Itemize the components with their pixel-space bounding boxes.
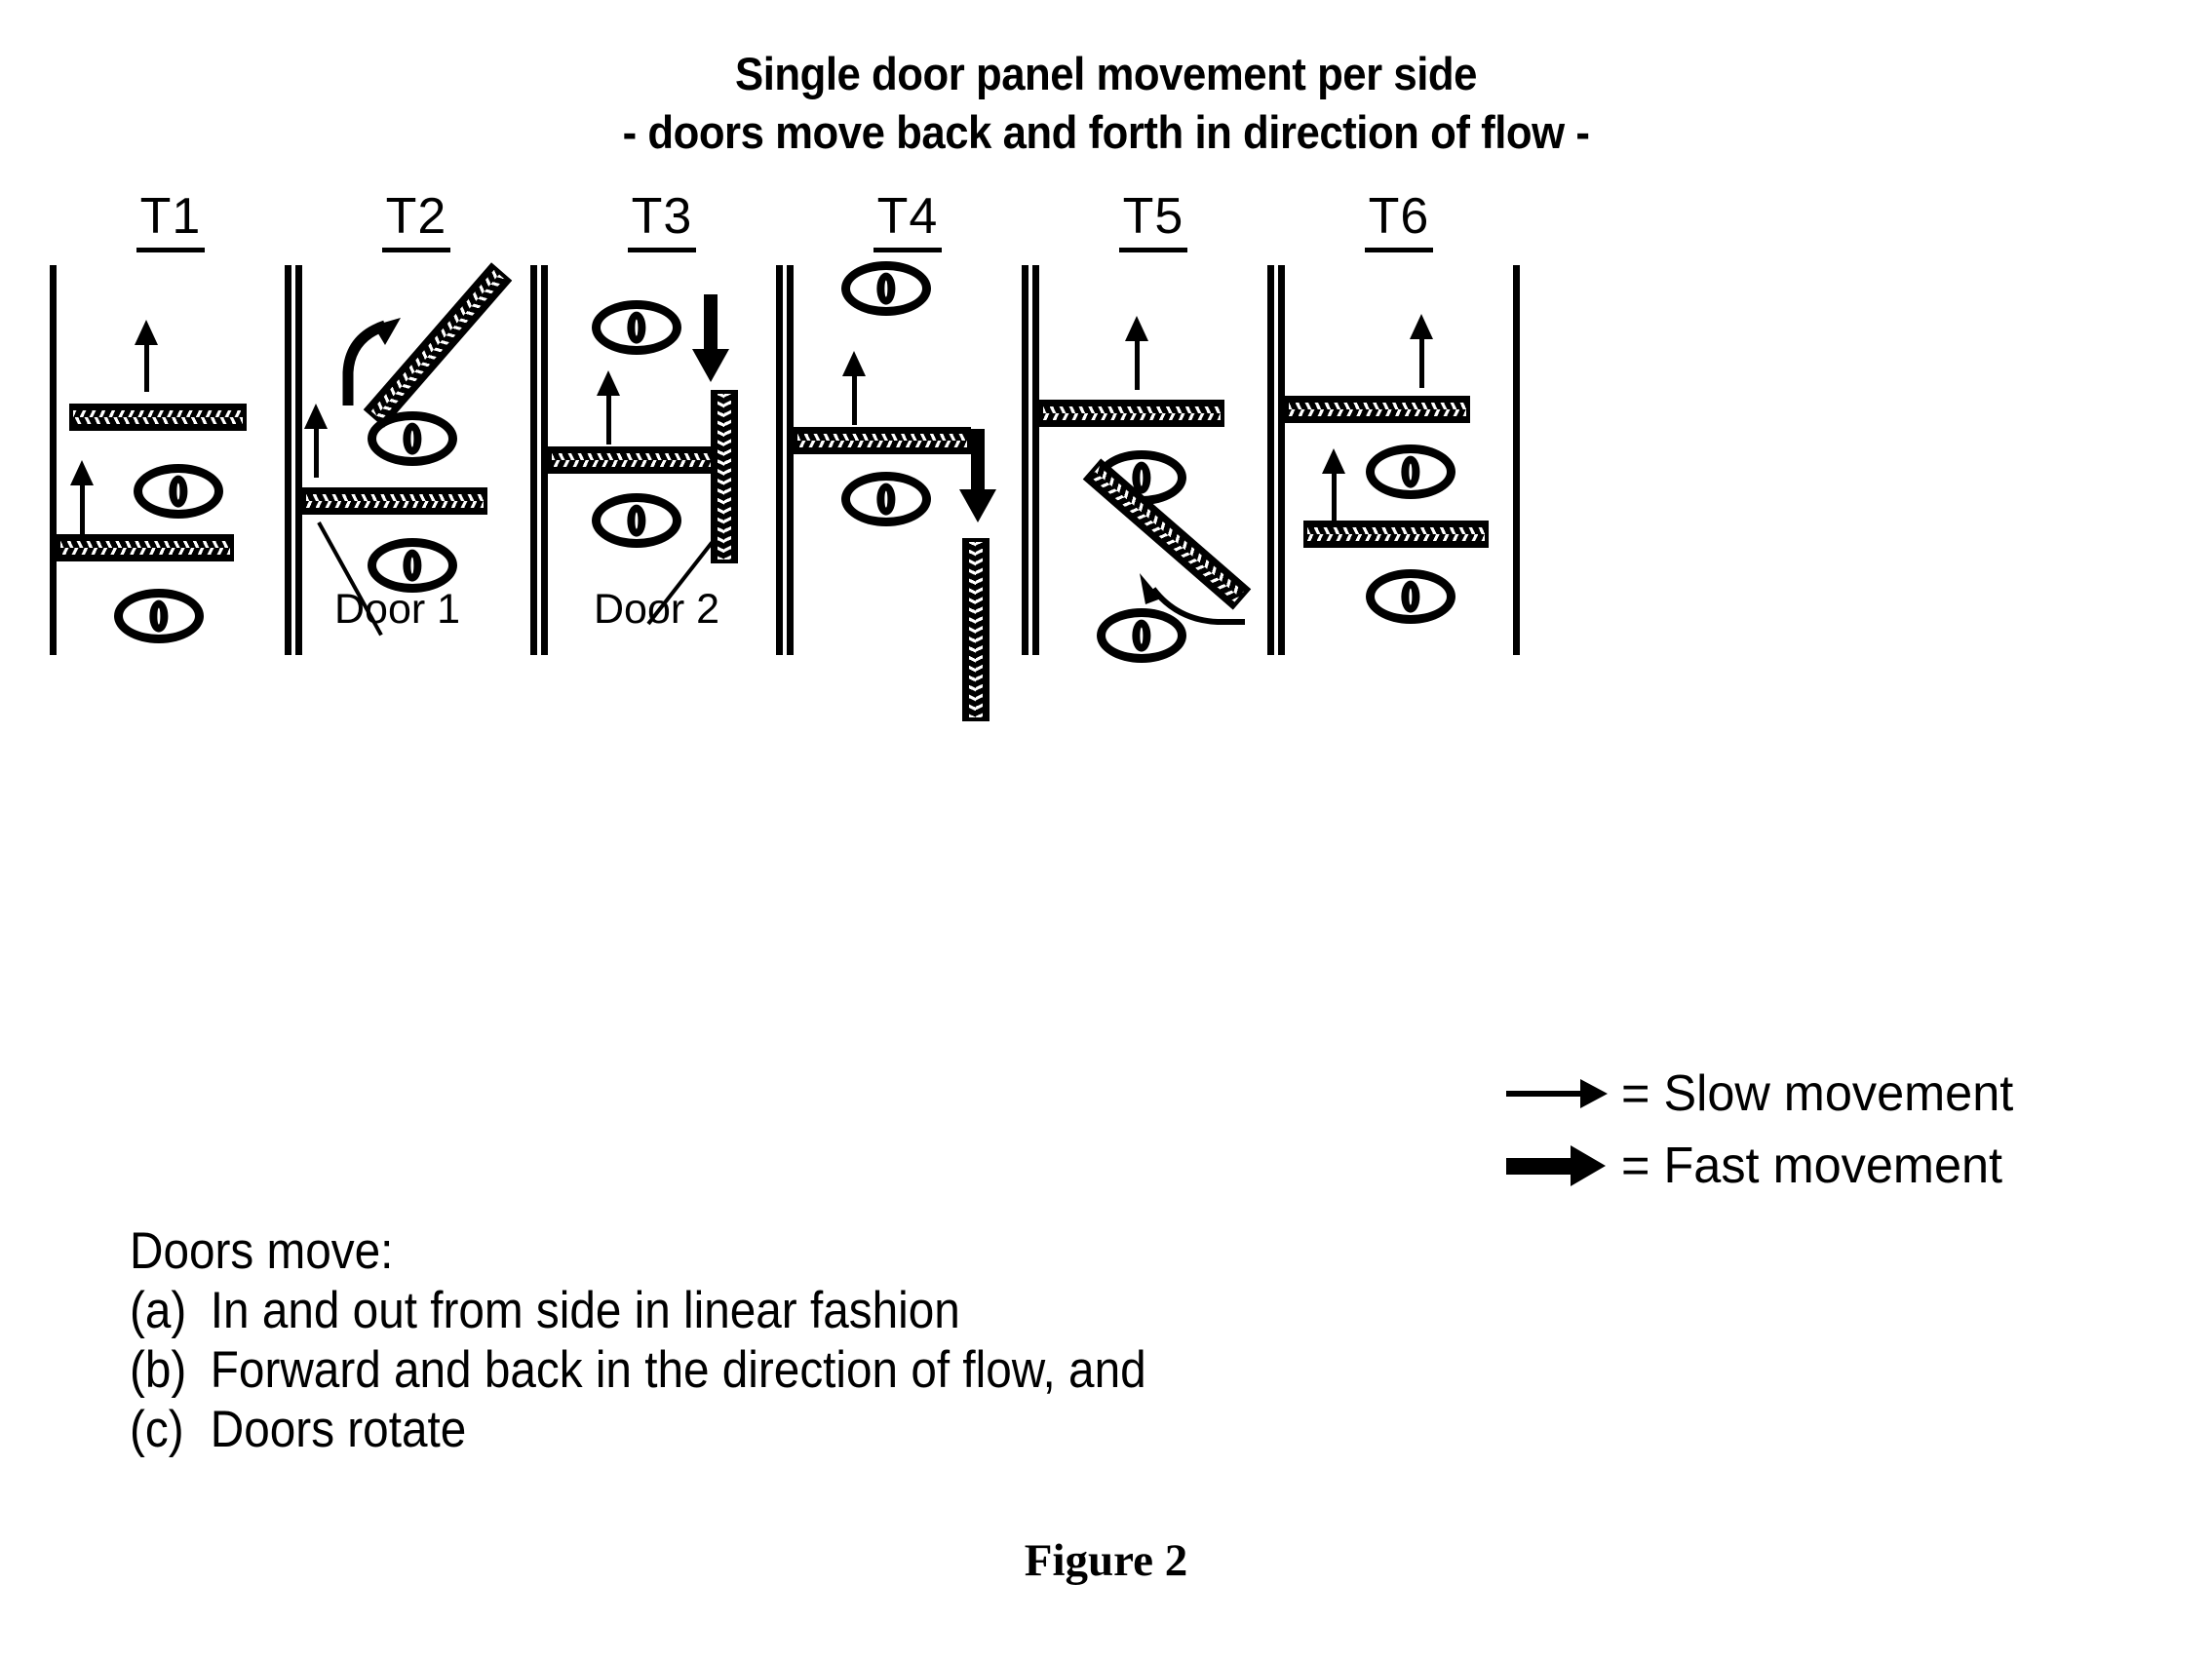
timestep-panels: T1 T2 Door 1 T3 Door 2 T4 T5 T6	[0, 188, 2212, 721]
fast-flow-arrow-icon	[958, 429, 997, 522]
rotation-arrow-icon	[342, 318, 401, 406]
panel-t5-label: T5	[1027, 188, 1280, 252]
legend-row-slow: = Slow movement	[1506, 1058, 2189, 1130]
channel-t1	[44, 265, 297, 655]
cell-particle	[1097, 608, 1186, 663]
legend: = Slow movement = Fast movement	[1506, 1058, 2189, 1202]
channel-wall-left	[295, 265, 302, 655]
door-panel-upper	[1285, 396, 1470, 423]
door-panel-lower	[302, 487, 487, 515]
cell-particle	[1366, 569, 1455, 624]
door-panel-lower	[57, 534, 234, 561]
panel-t2: T2 Door 1	[290, 188, 543, 688]
cell-particle	[841, 261, 931, 316]
door-panel-horizontal	[1039, 400, 1224, 427]
channel-t6	[1272, 265, 1526, 655]
thin-right-arrow-icon	[1506, 1074, 1621, 1113]
door1-label: Door 1	[334, 586, 461, 633]
door-panel-vertical	[962, 538, 990, 721]
notes-block: Doors move: (a) In and out from side in …	[130, 1221, 1494, 1459]
cell-particle	[1366, 444, 1455, 499]
panel-t1: T1	[44, 188, 297, 688]
figure-title: Single door panel movement per side - do…	[0, 45, 2212, 162]
channel-wall-left	[787, 265, 794, 655]
door-panel-lower	[1303, 521, 1489, 548]
note-marker: (c)	[130, 1401, 184, 1458]
slow-flow-arrow-icon	[134, 320, 159, 392]
channel-wall-left	[1278, 265, 1285, 655]
panel-t2-label: T2	[290, 188, 543, 252]
note-item: (c) Doors rotate	[130, 1400, 1358, 1459]
cell-particle	[368, 538, 457, 593]
slow-flow-arrow-icon	[1409, 314, 1434, 388]
note-marker: (a)	[130, 1282, 187, 1339]
panel-t3: T3 Door 2	[535, 188, 789, 688]
slow-flow-arrow-icon	[1321, 448, 1346, 522]
title-line-1: Single door panel movement per side	[735, 48, 1477, 99]
fast-flow-arrow-icon	[691, 294, 730, 382]
cell-particle	[841, 472, 931, 526]
note-item: (a) In and out from side in linear fashi…	[130, 1281, 1358, 1340]
channel-t5	[1027, 265, 1280, 663]
slow-flow-arrow-icon	[1124, 316, 1149, 390]
slow-flow-arrow-icon	[841, 351, 867, 425]
figure-page: Single door panel movement per side - do…	[0, 0, 2212, 1661]
slow-flow-arrow-icon	[303, 404, 329, 478]
cell-particle	[114, 589, 204, 643]
title-line-2: - doors move back and forth in direction…	[622, 106, 1590, 158]
figure-caption: Figure 2	[1024, 1535, 1188, 1586]
panel-t4: T4	[781, 188, 1034, 721]
legend-label-slow: = Slow movement	[1621, 1065, 2014, 1122]
cell-particle	[592, 493, 681, 548]
cell-particle	[368, 411, 457, 466]
note-text: In and out from side in linear fashion	[210, 1282, 960, 1339]
channel-wall-left	[50, 265, 57, 655]
legend-row-fast: = Fast movement	[1506, 1130, 2189, 1202]
cell-particle	[592, 300, 681, 355]
channel-t4	[781, 261, 1034, 721]
thick-right-arrow-icon	[1506, 1145, 1621, 1186]
door-panel-horizontal	[548, 446, 725, 474]
panel-t4-label: T4	[781, 188, 1034, 252]
legend-label-fast: = Fast movement	[1621, 1138, 2003, 1194]
door-panel-horizontal	[794, 427, 971, 454]
note-text: Doors rotate	[210, 1401, 467, 1458]
panel-t3-label: T3	[535, 188, 789, 252]
note-marker: (b)	[130, 1341, 187, 1399]
note-text: Forward and back in the direction of flo…	[210, 1341, 1146, 1399]
panel-t5: T5	[1027, 188, 1280, 688]
door-panel-vertical	[711, 390, 738, 563]
note-item: (b) Forward and back in the direction of…	[130, 1340, 1358, 1400]
slow-flow-arrow-icon	[596, 370, 621, 444]
door2-label: Door 2	[594, 586, 720, 633]
panel-t1-label: T1	[44, 188, 297, 252]
notes-heading: Doors move:	[130, 1222, 394, 1280]
panel-t6-label: T6	[1272, 188, 1526, 252]
door-panel-upper	[69, 404, 247, 431]
cell-particle	[134, 464, 223, 519]
channel-wall-left	[1032, 265, 1039, 655]
channel-wall-left	[541, 265, 548, 655]
slow-flow-arrow-icon	[69, 460, 95, 536]
panel-t6: T6	[1272, 188, 1526, 688]
channel-wall-right	[1513, 265, 1520, 655]
